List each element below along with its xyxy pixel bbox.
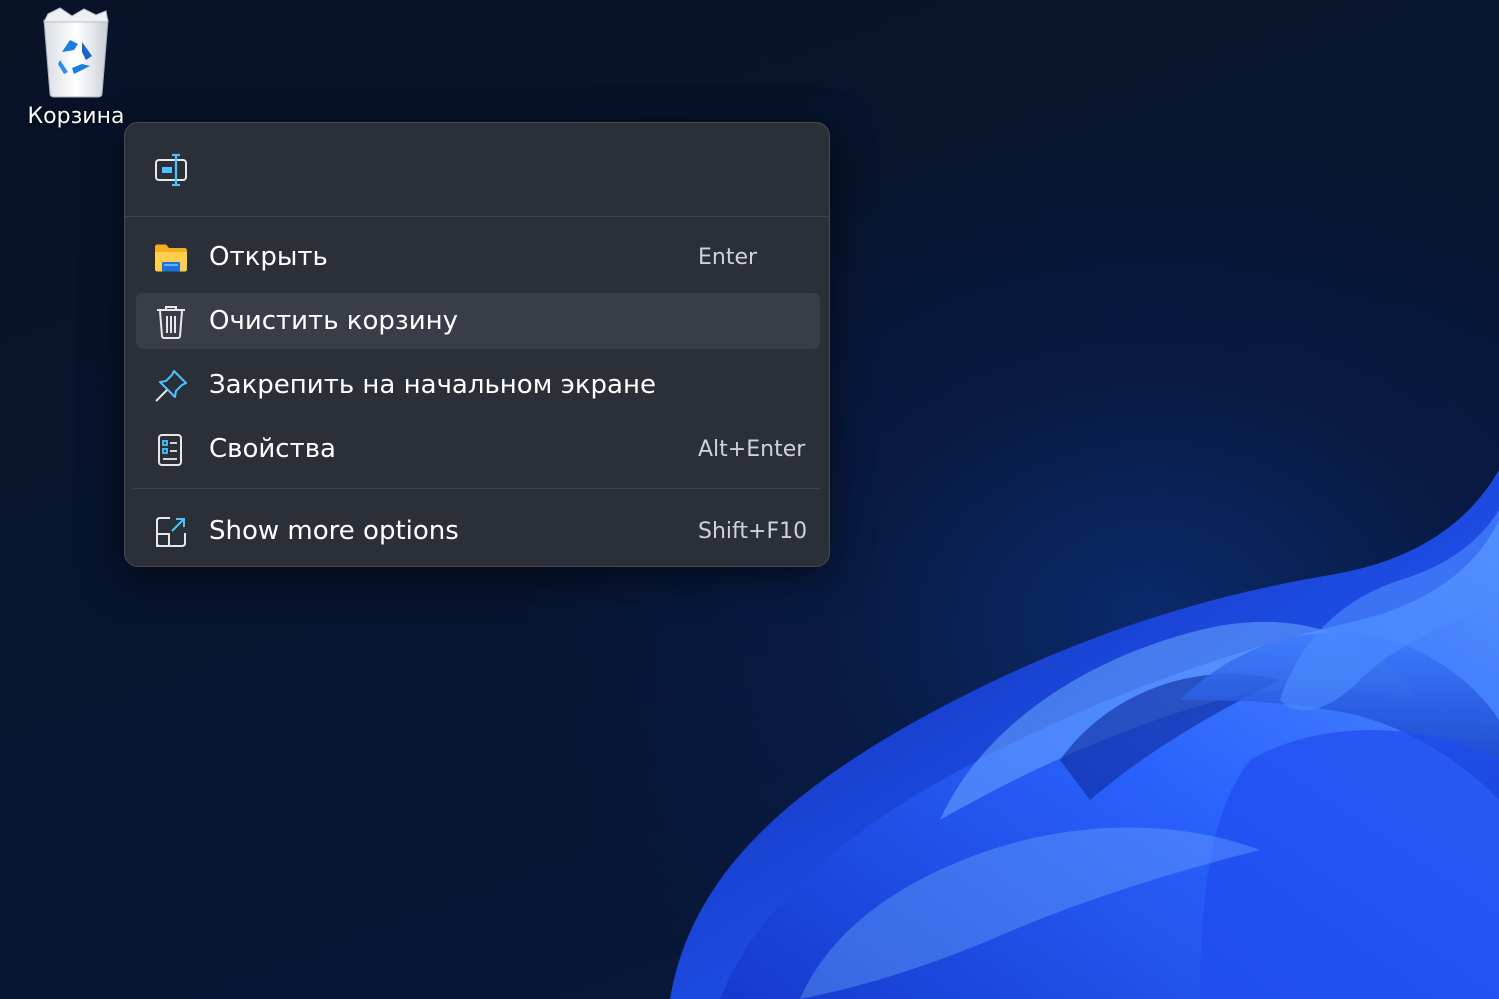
menu-item-show-more-options[interactable]: Show more options Shift+F10 bbox=[136, 503, 820, 559]
menu-item-shortcut: Enter bbox=[698, 244, 758, 270]
menu-item-shortcut: Alt+Enter bbox=[698, 436, 806, 462]
menu-item-open[interactable]: Открыть Enter bbox=[136, 229, 820, 285]
folder-icon bbox=[154, 241, 188, 275]
context-menu-top-actions bbox=[125, 123, 829, 216]
pin-icon bbox=[154, 369, 188, 403]
show-more-options-icon bbox=[154, 515, 188, 549]
properties-icon bbox=[154, 433, 188, 467]
menu-item-label: Show more options bbox=[209, 516, 459, 546]
menu-item-pin-to-start[interactable]: Закрепить на начальном экране bbox=[136, 357, 820, 413]
menu-item-label: Открыть bbox=[209, 242, 328, 272]
menu-item-label: Закрепить на начальном экране bbox=[209, 370, 656, 400]
rename-button[interactable] bbox=[147, 147, 197, 193]
menu-item-properties[interactable]: Свойства Alt+Enter bbox=[136, 421, 820, 477]
trash-icon bbox=[154, 305, 188, 339]
menu-item-empty-recycle-bin[interactable]: Очистить корзину bbox=[136, 293, 820, 349]
menu-separator bbox=[133, 488, 821, 489]
recycle-bin-desktop-icon[interactable]: Корзина bbox=[20, 6, 132, 142]
rename-icon bbox=[155, 153, 187, 187]
recycle-bin-label: Корзина bbox=[27, 104, 125, 129]
menu-item-shortcut: Shift+F10 bbox=[698, 518, 808, 544]
menu-separator bbox=[125, 216, 829, 217]
menu-item-label: Очистить корзину bbox=[209, 306, 459, 336]
menu-item-label: Свойства bbox=[209, 434, 336, 464]
context-menu: Открыть Enter Очистить корзину Закрепить… bbox=[124, 122, 830, 567]
recycle-bin-icon bbox=[43, 7, 109, 98]
